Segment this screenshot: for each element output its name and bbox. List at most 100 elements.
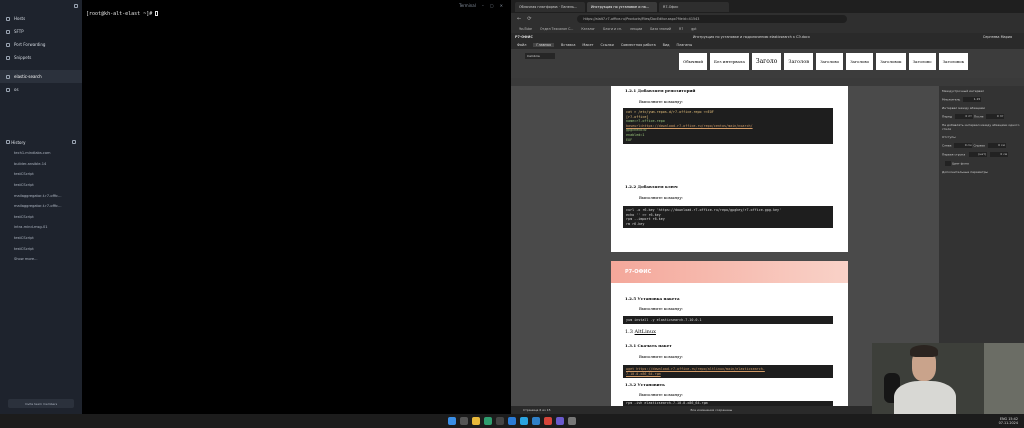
settings-icon[interactable]	[74, 4, 78, 8]
edge-icon[interactable]	[508, 417, 516, 425]
spacing-before-input[interactable]: 0 пт	[954, 114, 973, 119]
sidebar-item-label: SFTP	[14, 29, 24, 34]
bookmark[interactable]: База знаний	[650, 27, 671, 31]
history-show-more[interactable]: Show more...	[0, 254, 82, 265]
menu-collaboration[interactable]: Совместная работа	[621, 43, 656, 47]
menu-insert[interactable]: Вставка	[561, 43, 575, 47]
style-heading[interactable]: Заголов	[784, 53, 814, 70]
spacing-after-input[interactable]: 0 пт	[986, 114, 1005, 119]
vscode-icon[interactable]	[532, 417, 540, 425]
heading-text: AltLinux	[634, 329, 656, 335]
menu-plugins[interactable]: Плагины	[677, 43, 693, 47]
style-heading[interactable]: Заголо	[751, 53, 782, 70]
history-item[interactable]: intra-mind-msg-01	[0, 222, 82, 233]
page-counter[interactable]: Страница 6 из 15	[523, 408, 551, 412]
indent-right-input[interactable]: 0 см	[987, 143, 1006, 148]
history-item[interactable]: mailaggregator-t.r7-offic...	[0, 201, 82, 212]
search-icon[interactable]	[460, 417, 468, 425]
reload-icon[interactable]: ⟳	[527, 16, 531, 22]
line-spacing-input[interactable]: 1.15	[963, 97, 982, 102]
history-item[interactable]: tech1.mindlabs.com	[0, 148, 82, 159]
menu-home[interactable]: Главная	[533, 43, 555, 47]
webcam-overlay	[872, 343, 1024, 414]
style-heading[interactable]: Заголово	[816, 53, 844, 70]
history-item[interactable]: testCScript	[0, 243, 82, 254]
url-input[interactable]: https://alalt7.r7-office.ru/Products/Fil…	[577, 15, 848, 23]
sidebar-item-hosts[interactable]: Hosts	[0, 12, 82, 25]
code-line: name=r7-office-repo	[626, 119, 665, 124]
first-line-input[interactable]: 0 см	[990, 152, 1009, 157]
minimize-icon[interactable]: –	[482, 3, 484, 8]
first-line-row: Первая строка (нет) 0 см	[942, 152, 1021, 157]
sidebar-item-os[interactable]: os	[0, 83, 82, 96]
heading-install-package: 1.2.5 Установка пакета	[625, 296, 680, 301]
font-select[interactable]: Cambria	[525, 53, 555, 59]
person-body	[894, 381, 956, 414]
search-icon[interactable]	[72, 140, 76, 144]
same-style-checkbox[interactable]: Не добавлять интервал между абзацами одн…	[942, 123, 1021, 131]
sidebar-item-active-host[interactable]: elastic-search	[0, 70, 82, 83]
style-heading[interactable]: Заголовок	[876, 53, 906, 70]
history-item[interactable]: testCScript	[0, 180, 82, 191]
menu-layout[interactable]: Макет	[582, 43, 593, 47]
browser-tab[interactable]: R7-Офис	[659, 1, 729, 12]
color-swatch[interactable]	[945, 161, 951, 166]
menu-references[interactable]: Ссылки	[601, 43, 614, 47]
history-item[interactable]: builder-ansible-14	[0, 159, 82, 170]
document-page[interactable]: 1.2.1 Добавляем репозиторий Выполните ко…	[611, 86, 848, 252]
back-icon[interactable]: ←	[517, 16, 521, 22]
first-line-select[interactable]: (нет)	[969, 152, 988, 157]
forward-icon	[6, 42, 10, 47]
browser-tab[interactable]: Облачная платформа · Панель...	[515, 1, 585, 12]
terminal-icon[interactable]	[496, 417, 504, 425]
system-tray[interactable]: ENG 15:42 07.11.2024	[999, 417, 1018, 425]
line-spacing-select[interactable]: Множитель	[942, 98, 960, 102]
browser-tab-active[interactable]: Инструкция по установке и на...	[587, 1, 657, 12]
invite-team-button[interactable]: Invite team members	[8, 399, 74, 408]
telegram-icon[interactable]	[520, 417, 528, 425]
snippet-icon	[6, 55, 10, 60]
menu-view[interactable]: Вид	[663, 43, 670, 47]
bookmarks-bar: YouTube Отдел Техсалон С... Каталог Блог…	[511, 25, 1024, 33]
history-item[interactable]: testCScript	[0, 233, 82, 244]
editor-titlebar: Р7-ОФИС Инструкция по установке и подклю…	[511, 33, 1024, 41]
bookmark[interactable]: gpt	[691, 27, 696, 31]
sidebar-item-port-forwarding[interactable]: Port Forwarding	[0, 38, 82, 51]
bookmark[interactable]: Отдел Техсалон С...	[540, 27, 573, 31]
bookmark[interactable]: YouTube	[519, 27, 532, 31]
style-heading[interactable]: Заголово	[846, 53, 874, 70]
close-icon[interactable]: ✕	[500, 3, 503, 8]
maximize-icon[interactable]: ▢	[490, 3, 494, 8]
label: Слева	[942, 143, 952, 148]
bookmark[interactable]: Блоги и сп.	[603, 27, 622, 31]
style-no-spacing[interactable]: Без интервала	[710, 53, 749, 70]
windows-start-icon[interactable]	[448, 417, 456, 425]
style-normal[interactable]: Обычный	[679, 53, 708, 70]
style-heading[interactable]: Заголовок	[938, 53, 969, 70]
bookmark[interactable]: R7	[679, 27, 683, 31]
browser-icon[interactable]	[484, 417, 492, 425]
app-icon[interactable]	[568, 417, 576, 425]
user-name[interactable]: Cергеева Мария	[983, 35, 1012, 39]
bookmark[interactable]: лекции	[630, 27, 642, 31]
background-color-row[interactable]: Цвет фона	[942, 161, 1021, 166]
history-item[interactable]: testCScript	[0, 169, 82, 180]
chrome-icon[interactable]	[544, 417, 552, 425]
terminal-pane[interactable]: Terminal – ▢ ✕ [root@kh-alt-elast ~]#	[82, 0, 511, 414]
sidebar-item-label: Hosts	[14, 16, 26, 21]
indent-left-input[interactable]: 0 см	[954, 143, 973, 148]
advanced-settings-link[interactable]: Дополнительные параметры	[942, 170, 1021, 174]
document-page[interactable]: Р7-ОФИС 1.2.5 Установка пакета Выполните…	[611, 261, 848, 406]
menu-file[interactable]: Файл	[517, 43, 526, 47]
sidebar-item-sftp[interactable]: SFTP	[0, 25, 82, 38]
style-heading[interactable]: Заголово	[908, 53, 936, 70]
history-item[interactable]: testCScript	[0, 212, 82, 223]
label: Справа	[973, 143, 985, 148]
sidebar-item-snippets[interactable]: Snippets	[0, 51, 82, 64]
bookmark[interactable]: Каталог	[581, 27, 595, 31]
file-explorer-icon[interactable]	[472, 417, 480, 425]
paragraph: Выполните команду:	[639, 392, 684, 397]
mail-icon[interactable]	[556, 417, 564, 425]
terminal-tab[interactable]: Terminal	[459, 3, 476, 8]
history-item[interactable]: mailaggregator-t.r7-offic...	[0, 190, 82, 201]
